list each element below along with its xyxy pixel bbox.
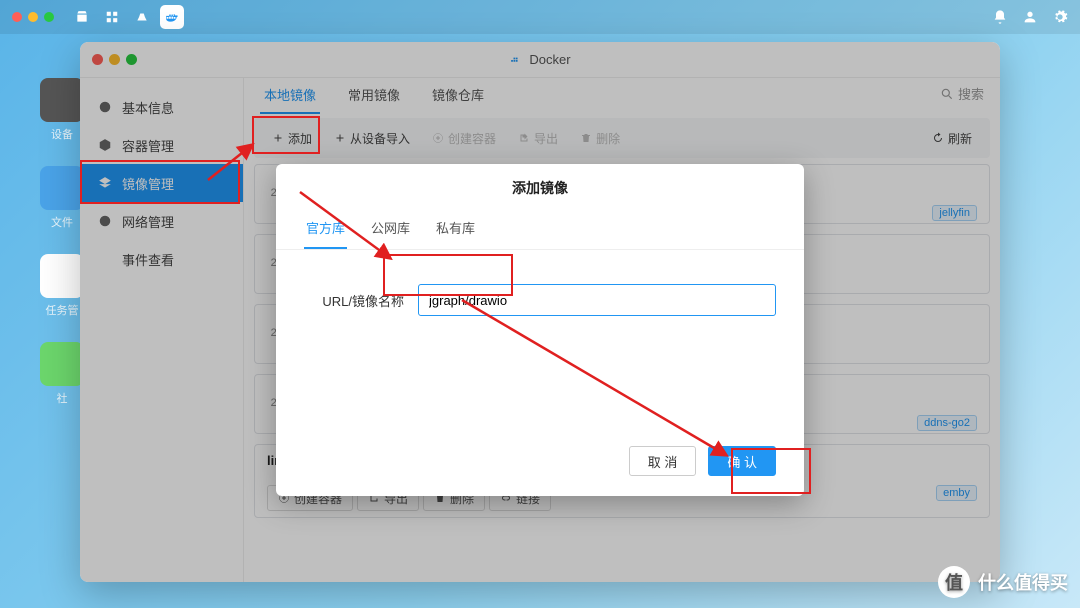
add-image-dialog: 添加镜像 官方库 公网库 私有库 URL/镜像名称 取 消 确 认 [276,164,804,496]
status-icon[interactable] [962,9,978,25]
field-label: URL/镜像名称 [304,291,404,310]
desktop-icon-1[interactable]: 设备 [38,78,86,142]
minimize-icon[interactable] [28,12,38,22]
desktop-icon-3[interactable]: 任务管 [38,254,86,318]
os-menubar [0,0,1080,34]
close-icon[interactable] [12,12,22,22]
desktop-icon-2[interactable]: 文件 [38,166,86,230]
app-launcher-3[interactable] [130,5,154,29]
app-launcher-1[interactable] [70,5,94,29]
maximize-icon[interactable] [44,12,54,22]
watermark: 值 什么值得买 [938,566,1068,598]
desktop-icon-4[interactable]: 社 [38,342,86,406]
os-tray [962,9,1068,25]
desktop-icons: 设备 文件 任务管 社 [38,78,86,406]
ok-button[interactable]: 确 认 [708,446,776,476]
dialog-tabs: 官方库 公网库 私有库 [276,212,804,250]
bell-icon[interactable] [992,9,1008,25]
window-controls [12,12,54,22]
watermark-badge-icon: 值 [938,566,970,598]
dialog-tab-private[interactable]: 私有库 [434,212,477,249]
dialog-tab-public[interactable]: 公网库 [369,212,412,249]
dialog-tab-official[interactable]: 官方库 [304,212,347,249]
dialog-title: 添加镜像 [276,164,804,212]
docker-app-icon[interactable] [160,5,184,29]
gear-icon[interactable] [1052,9,1068,25]
cancel-button[interactable]: 取 消 [629,446,697,476]
image-name-input[interactable] [418,284,776,316]
user-icon[interactable] [1022,9,1038,25]
app-launcher-2[interactable] [100,5,124,29]
